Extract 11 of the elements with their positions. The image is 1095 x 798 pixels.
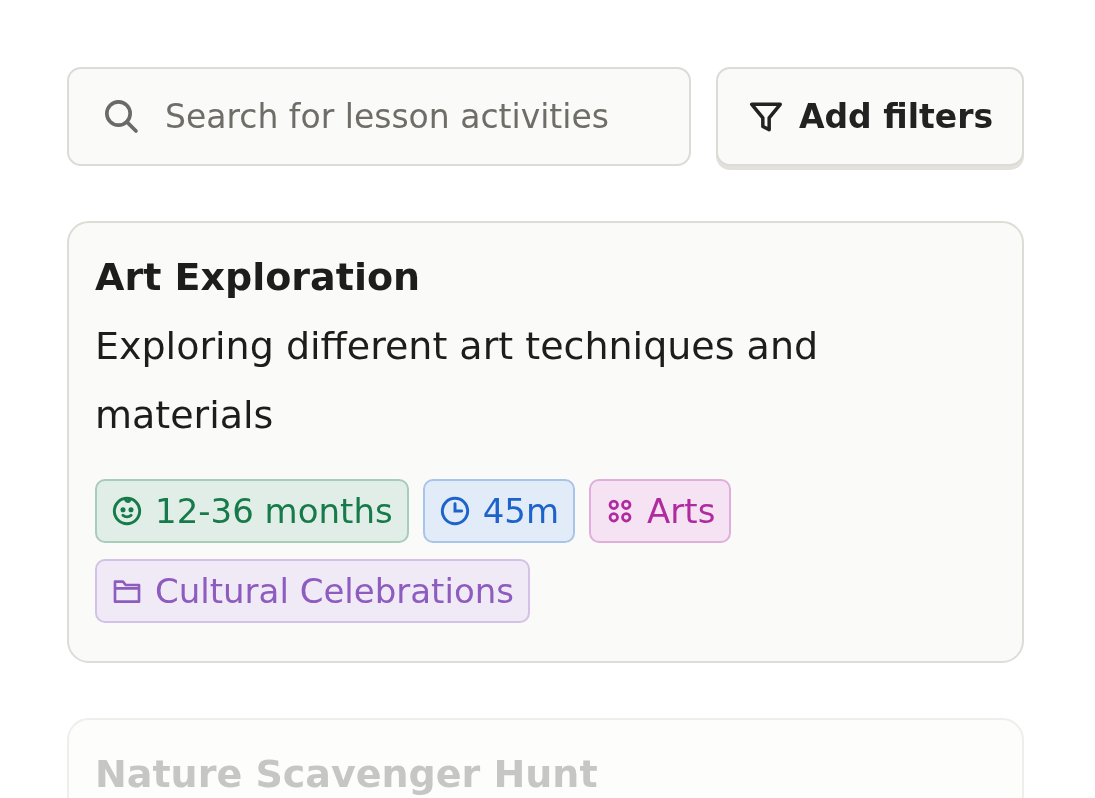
clock-icon	[438, 495, 471, 528]
theme-tag: Cultural Celebrations	[95, 559, 530, 624]
card-title: Nature Scavenger Hunt	[95, 751, 599, 798]
activity-card[interactable]: Art Exploration Exploring different art techniques and materials 12-36 months 45m Arts Cultural Celebrations	[67, 221, 1024, 664]
card-title: Art Exploration	[95, 254, 422, 301]
category-tag: Arts	[589, 479, 732, 544]
baby-face-icon	[111, 495, 143, 528]
duration-tag: 45m	[422, 479, 576, 544]
search-field[interactable]: Search for lesson activities	[67, 67, 691, 166]
age-tag: 12-36 months	[95, 479, 409, 544]
card-description: Exploring different art techniques and materials	[95, 323, 820, 439]
